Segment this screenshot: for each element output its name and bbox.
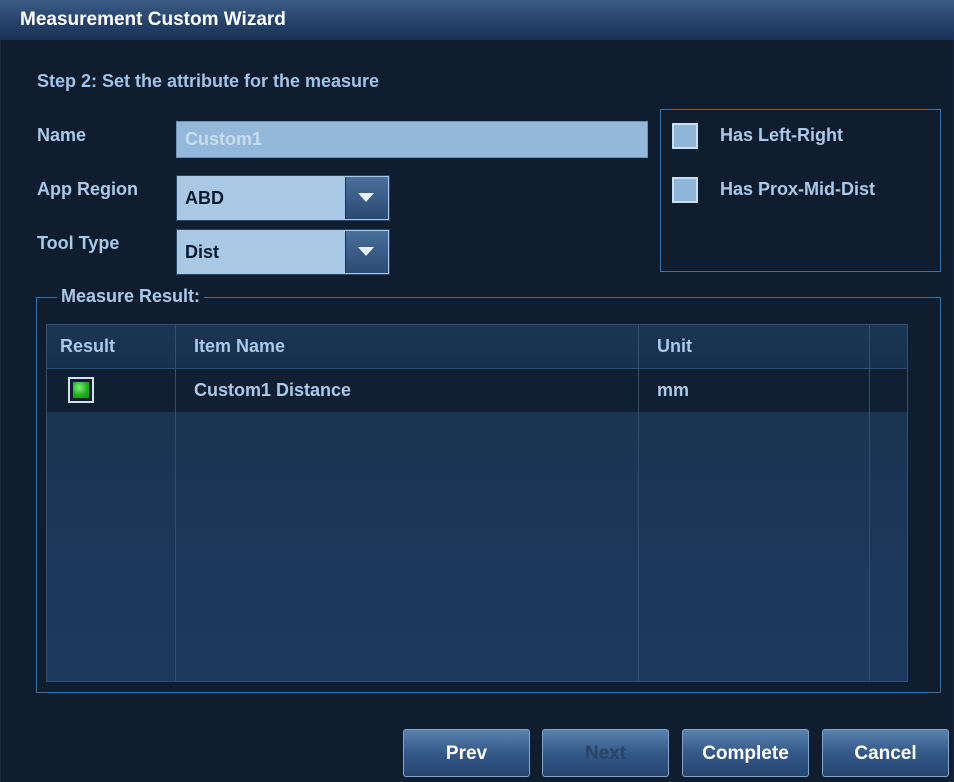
has-left-right-label: Has Left-Right — [720, 125, 843, 145]
app-region-label: App Region — [37, 179, 138, 199]
checked-indicator — [73, 382, 89, 398]
column-header-item-name: Item Name — [194, 336, 286, 356]
result-checkbox[interactable] — [68, 377, 94, 403]
item-name-cell: Custom1 Distance — [194, 380, 352, 400]
measure-result-title: Measure Result: — [57, 286, 205, 307]
next-button[interactable]: Next — [542, 729, 669, 777]
column-header-result: Result — [60, 336, 116, 356]
tool-type-value: Dist — [185, 242, 220, 262]
tool-type-label: Tool Type — [37, 233, 120, 253]
has-prox-mid-dist-checkbox[interactable] — [672, 177, 698, 203]
prev-button[interactable]: Prev — [403, 729, 530, 777]
tool-type-dropdown-button[interactable] — [345, 231, 388, 273]
app-region-select[interactable]: ABD — [176, 175, 390, 221]
table-header: Result Item Name Unit — [47, 325, 907, 369]
step-heading: Step 2: Set the attribute for the measur… — [37, 71, 380, 91]
column-header-unit: Unit — [657, 336, 692, 356]
chevron-down-icon — [358, 247, 374, 256]
complete-button[interactable]: Complete — [682, 729, 809, 777]
window-title: Measurement Custom Wizard — [20, 9, 286, 30]
app-region-value: ABD — [185, 188, 224, 208]
name-field[interactable] — [176, 121, 648, 158]
app-region-dropdown-button[interactable] — [345, 177, 388, 219]
column-divider — [869, 325, 870, 681]
chevron-down-icon — [358, 193, 374, 202]
cancel-button[interactable]: Cancel — [822, 729, 949, 777]
table-row[interactable]: Custom1 Distance mm — [47, 369, 907, 412]
name-label: Name — [37, 125, 87, 145]
title-bar: Measurement Custom Wizard — [0, 0, 954, 41]
tool-type-select[interactable]: Dist — [176, 229, 390, 275]
column-divider — [638, 325, 639, 681]
unit-cell: mm — [657, 380, 690, 400]
result-table: Result Item Name Unit Custom1 Distance m… — [46, 324, 908, 682]
has-prox-mid-dist-label: Has Prox-Mid-Dist — [720, 179, 876, 199]
column-divider — [175, 325, 176, 681]
has-left-right-checkbox[interactable] — [672, 123, 698, 149]
